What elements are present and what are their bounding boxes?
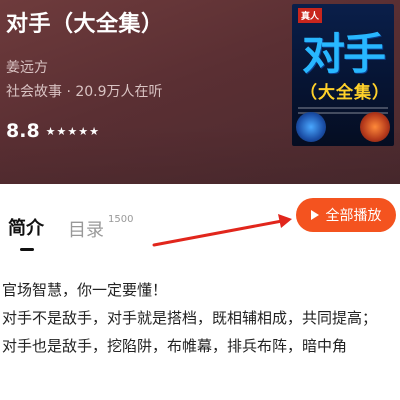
cover-big-title: 对手 xyxy=(302,30,386,80)
tab-intro[interactable]: 简介 xyxy=(8,214,44,240)
description-line: 官场智慧，你一定要懂！ xyxy=(2,281,168,299)
rating-score: 8.8 xyxy=(6,120,40,142)
book-header: 对手（大全集） 姜远方 社会故事 · 20.9万人在听 8.8 ★★★★★ 真人… xyxy=(0,0,400,184)
description-line: 对手也是敌手，挖陷阱，布帷幕，排兵布阵，暗中角 xyxy=(2,337,348,355)
book-title: 对手（大全集） xyxy=(6,12,164,37)
tab-toc-count: 1500 xyxy=(108,214,134,225)
description-line: 对手不是敌手，对手就是搭档，既相辅相成，共同提高； xyxy=(2,309,378,327)
play-all-label: 全部播放 xyxy=(325,208,382,224)
author-name[interactable]: 姜远方 xyxy=(6,57,48,77)
tab-toc[interactable]: 目录 xyxy=(68,216,104,242)
book-cover[interactable]: 真人 对手 （大全集） xyxy=(292,4,394,146)
cover-blue-orb xyxy=(296,112,326,142)
tab-intro-underline xyxy=(20,248,34,251)
play-all-button[interactable]: 全部播放 xyxy=(296,198,396,232)
cover-subtitle: （大全集） xyxy=(300,83,390,103)
book-meta: 社会故事 · 20.9万人在听 xyxy=(6,84,163,100)
rating-row: 8.8 ★★★★★ xyxy=(6,120,100,142)
play-icon xyxy=(310,210,319,220)
rating-stars-icon: ★★★★★ xyxy=(45,124,100,138)
book-description: 官场智慧，你一定要懂！ 对手不是敌手，对手就是搭档，既相辅相成，共同提高； 对手… xyxy=(0,276,400,360)
cover-red-orb xyxy=(360,112,390,142)
